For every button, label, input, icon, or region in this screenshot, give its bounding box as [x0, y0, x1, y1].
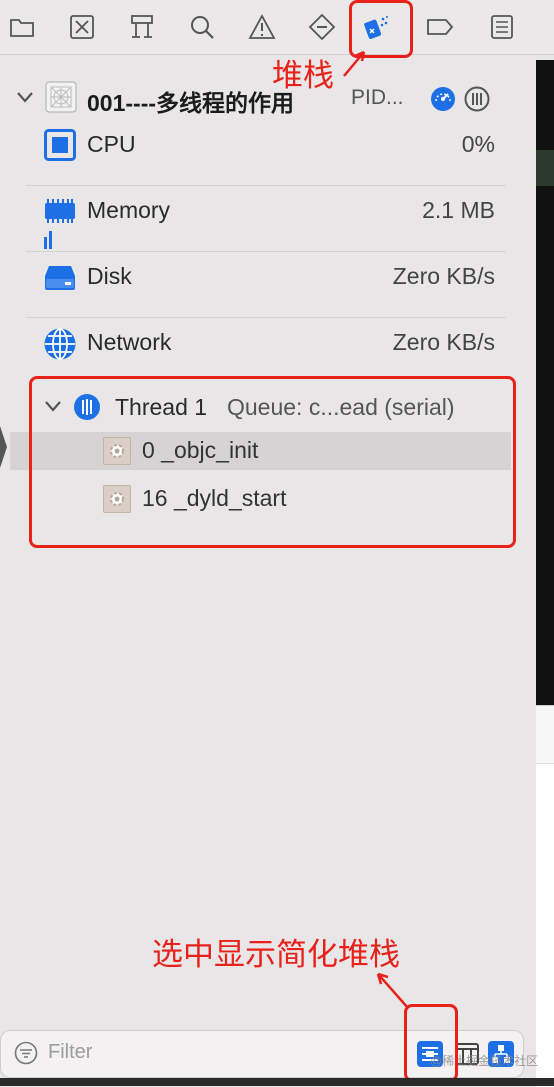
memory-icon	[44, 197, 76, 249]
network-icon	[43, 327, 77, 361]
metric-memory-value: 2.1 MB	[422, 197, 495, 223]
simplified-stack-highlight	[404, 1004, 458, 1082]
editor-highlight-line	[536, 150, 554, 186]
breakpoint-icon[interactable]	[426, 13, 454, 41]
metric-network-label[interactable]: Network	[87, 329, 171, 356]
source-control-icon[interactable]	[68, 13, 96, 41]
divider	[26, 185, 506, 186]
process-pid: PID...	[351, 86, 404, 109]
metric-cpu-label[interactable]: CPU	[87, 131, 136, 158]
annotation-arrow-top	[343, 50, 366, 77]
disk-icon	[44, 263, 76, 293]
divider	[26, 251, 506, 252]
filter-input[interactable]: Filter	[48, 1041, 92, 1064]
test-icon[interactable]	[308, 13, 336, 41]
divider	[26, 317, 506, 318]
editor-edge-lower	[536, 705, 554, 764]
editor-edge-bottom	[536, 763, 554, 1087]
hierarchy-icon[interactable]	[128, 13, 156, 41]
annotation-simplified-stack-label: 选中显示简化堆栈	[152, 937, 400, 972]
metric-cpu-value: 0%	[461, 131, 495, 157]
filter-icon[interactable]	[14, 1041, 38, 1065]
threads-icon[interactable]	[464, 86, 490, 112]
thread-highlight	[29, 376, 516, 548]
metric-disk-label[interactable]: Disk	[87, 263, 132, 290]
app-icon	[45, 81, 77, 113]
folder-icon[interactable]	[8, 13, 36, 41]
process-disclosure-chevron[interactable]	[14, 86, 36, 113]
cpu-icon	[44, 129, 76, 161]
gauge-icon[interactable]	[430, 86, 456, 112]
metric-memory-label[interactable]: Memory	[87, 197, 170, 224]
warning-icon[interactable]	[248, 13, 276, 41]
selection-marker	[0, 424, 8, 470]
search-icon[interactable]	[188, 13, 216, 41]
report-icon[interactable]	[488, 13, 516, 41]
metric-disk-value: Zero KB/s	[392, 263, 495, 289]
metric-network-value: Zero KB/s	[392, 329, 495, 355]
navigator-toolbar	[0, 0, 554, 55]
process-title: 001----多线程的作用	[87, 90, 295, 116]
bottom-edge	[0, 1078, 554, 1086]
